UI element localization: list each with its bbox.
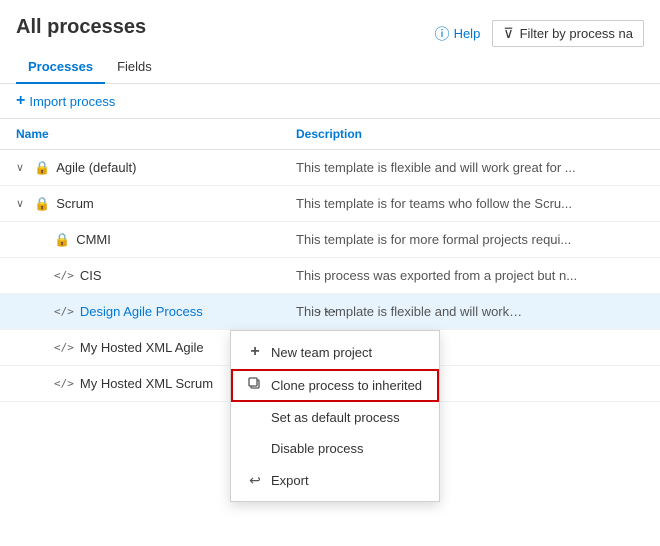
tab-fields[interactable]: Fields bbox=[105, 51, 164, 84]
row-label: CIS bbox=[80, 268, 102, 283]
code-icon: </> bbox=[54, 341, 74, 354]
help-label: Help bbox=[454, 26, 481, 41]
row-label: My Hosted XML Scrum bbox=[80, 376, 213, 391]
filter-label: Filter by process na bbox=[520, 26, 633, 41]
tab-processes[interactable]: Processes bbox=[16, 51, 105, 84]
chevron-icon[interactable]: ∨ bbox=[16, 197, 28, 210]
menu-item-disable-process[interactable]: Disable process bbox=[231, 433, 439, 464]
table-row: ∨ 🔒 Agile (default) This template is fle… bbox=[0, 150, 660, 186]
context-menu: + New team project Clone process to inhe… bbox=[230, 330, 440, 502]
import-process-button[interactable]: + Import process bbox=[16, 92, 115, 110]
table-row: </> Design Agile Process This template i… bbox=[0, 294, 660, 330]
import-label: Import process bbox=[29, 94, 115, 109]
row-name-cis: </> CIS bbox=[16, 268, 296, 283]
table-row: </> CIS This process was exported from a… bbox=[0, 258, 660, 294]
code-icon: </> bbox=[54, 305, 74, 318]
row-label: My Hosted XML Agile bbox=[80, 340, 204, 355]
tab-bar: Processes Fields bbox=[0, 51, 660, 84]
export-icon: ↩ bbox=[247, 472, 263, 489]
lock-icon: 🔒 bbox=[34, 160, 50, 176]
col-header-desc: Description bbox=[296, 127, 644, 141]
plus-icon: + bbox=[247, 343, 263, 361]
code-icon: </> bbox=[54, 269, 74, 282]
row-desc: This template is for more formal project… bbox=[296, 232, 644, 247]
row-label: Scrum bbox=[56, 196, 94, 211]
header-actions: ⓘ Help ⊽ Filter by process na bbox=[435, 20, 644, 47]
row-name-design-agile: </> Design Agile Process bbox=[16, 304, 296, 319]
menu-item-new-project[interactable]: + New team project bbox=[231, 335, 439, 369]
chevron-icon[interactable]: ∨ bbox=[16, 161, 28, 174]
menu-label: Export bbox=[271, 473, 309, 488]
more-options-button[interactable]: ··· bbox=[316, 300, 340, 324]
lock-icon: 🔒 bbox=[34, 196, 50, 212]
code-icon: </> bbox=[54, 377, 74, 390]
menu-label: New team project bbox=[271, 345, 372, 360]
lock-icon: 🔒 bbox=[54, 232, 70, 248]
menu-item-clone-process[interactable]: Clone process to inherited bbox=[231, 369, 439, 402]
row-name-cmmi: 🔒 CMMI bbox=[16, 232, 296, 248]
table-row: ∨ 🔒 Scrum This template is for teams who… bbox=[0, 186, 660, 222]
menu-label: Clone process to inherited bbox=[271, 378, 422, 393]
filter-button[interactable]: ⊽ Filter by process na bbox=[492, 20, 644, 47]
page-title: All processes bbox=[16, 16, 146, 39]
help-link[interactable]: ⓘ Help bbox=[435, 23, 481, 44]
row-desc: This process was exported from a project… bbox=[296, 268, 644, 283]
copy-icon bbox=[247, 377, 263, 394]
help-circle-icon: ⓘ bbox=[435, 23, 450, 44]
row-label[interactable]: Design Agile Process bbox=[80, 304, 203, 319]
menu-item-export[interactable]: ↩ Export bbox=[231, 464, 439, 497]
row-desc: This template is flexible and will work … bbox=[296, 160, 644, 175]
row-label: CMMI bbox=[76, 232, 111, 247]
row-label: Agile (default) bbox=[56, 160, 136, 175]
page-header: All processes ⓘ Help ⊽ Filter by process… bbox=[0, 0, 660, 47]
row-name-scrum: ∨ 🔒 Scrum bbox=[16, 196, 296, 212]
toolbar: + Import process bbox=[0, 84, 660, 119]
table-body: ∨ 🔒 Agile (default) This template is fle… bbox=[0, 150, 660, 402]
table-header: Name Description bbox=[0, 119, 660, 150]
table-row: 🔒 CMMI This template is for more formal … bbox=[0, 222, 660, 258]
row-desc: This template is for teams who follow th… bbox=[296, 196, 644, 211]
col-header-name: Name bbox=[16, 127, 296, 141]
menu-label: Set as default process bbox=[271, 410, 400, 425]
filter-icon: ⊽ bbox=[503, 25, 513, 42]
plus-icon: + bbox=[16, 92, 25, 110]
row-name-agile: ∨ 🔒 Agile (default) bbox=[16, 160, 296, 176]
row-desc: This template is flexible and will work … bbox=[296, 304, 644, 319]
menu-label: Disable process bbox=[271, 441, 364, 456]
menu-item-set-default[interactable]: Set as default process bbox=[231, 402, 439, 433]
